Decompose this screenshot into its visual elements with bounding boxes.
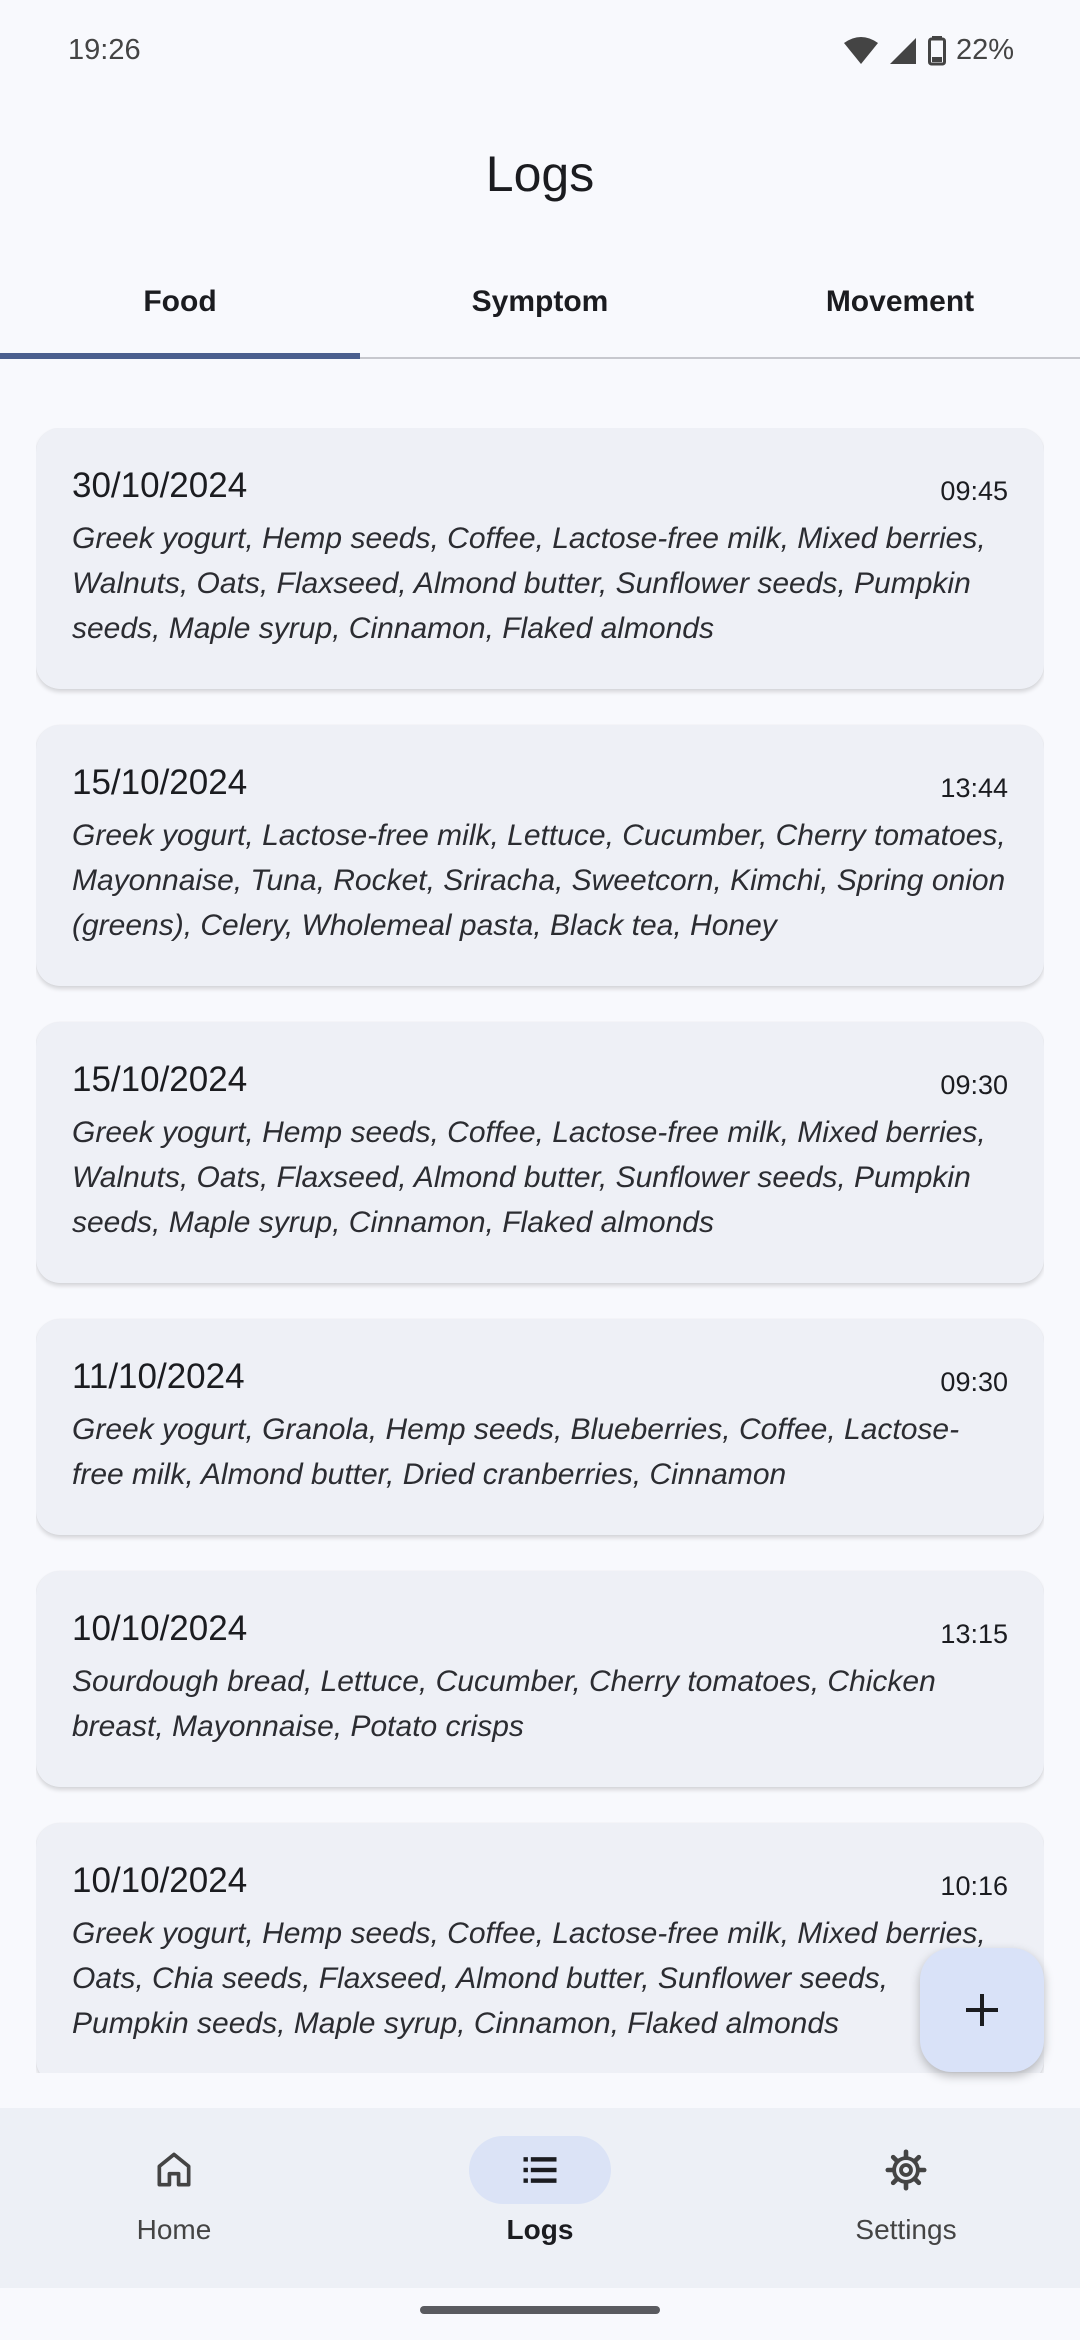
tab-movement[interactable]: Movement <box>720 265 1080 357</box>
nav-home[interactable]: Home <box>74 2136 274 2246</box>
log-time: 09:45 <box>940 476 1008 506</box>
log-items: Greek yogurt, Hemp seeds, Coffee, Lactos… <box>72 522 986 645</box>
tab-symptom[interactable]: Symptom <box>360 265 720 357</box>
nav-settings[interactable]: Settings <box>806 2136 1006 2246</box>
log-time: 09:30 <box>940 1070 1008 1100</box>
page-title: Logs <box>485 146 595 202</box>
log-items: Greek yogurt, Hemp seeds, Coffee, Lactos… <box>72 1917 986 2040</box>
log-items: Greek yogurt, Hemp seeds, Coffee, Lactos… <box>72 1116 986 1239</box>
add-log-button[interactable] <box>920 1948 1044 2072</box>
status-bar: 19:26 22% <box>0 0 1080 105</box>
cell-signal-icon <box>889 37 916 64</box>
wifi-icon <box>843 36 878 64</box>
food-log-list[interactable]: 30/10/2024 09:45 Greek yogurt, Hemp seed… <box>36 428 1044 2073</box>
log-card[interactable]: 15/10/2024 09:30 Greek yogurt, Hemp seed… <box>36 1022 1044 1283</box>
log-card[interactable]: 10/10/2024 13:15 Sourdough bread, Lettuc… <box>36 1571 1044 1787</box>
status-time: 19:26 <box>68 34 141 66</box>
log-time: 09:30 <box>940 1367 1008 1397</box>
home-icon <box>157 2152 191 2187</box>
log-card[interactable]: 15/10/2024 13:44 Greek yogurt, Lactose-f… <box>36 725 1044 986</box>
nav-home-label: Home <box>136 2214 212 2245</box>
plus-icon <box>966 1994 998 2026</box>
status-icons: 22% <box>843 34 1014 67</box>
battery-percent: 22% <box>955 34 1014 66</box>
nav-settings-label: Settings <box>855 2214 957 2245</box>
log-items: Greek yogurt, Lactose-free milk, Lettuce… <box>72 819 1006 942</box>
log-card[interactable]: 10/10/2024 10:16 Greek yogurt, Hemp seed… <box>36 1823 1044 2073</box>
bottom-navigation: Home Logs Settings <box>0 2108 1080 2288</box>
tab-bar: Food Symptom Movement <box>0 265 1080 359</box>
log-date: 10/10/2024 <box>72 1609 248 1648</box>
log-card[interactable]: 30/10/2024 09:45 Greek yogurt, Hemp seed… <box>36 428 1044 689</box>
log-time: 13:15 <box>940 1619 1008 1649</box>
log-date: 15/10/2024 <box>72 1060 248 1099</box>
nav-logs-indicator <box>469 2136 611 2204</box>
log-time: 10:16 <box>940 1871 1008 1901</box>
tab-food[interactable]: Food <box>0 265 360 359</box>
gear-icon <box>885 2149 927 2191</box>
log-date: 15/10/2024 <box>72 763 248 802</box>
log-items: Sourdough bread, Lettuce, Cucumber, Cher… <box>72 1665 936 1743</box>
log-items: Greek yogurt, Granola, Hemp seeds, Blueb… <box>72 1413 960 1491</box>
battery-icon <box>927 35 946 65</box>
nav-home-indicator <box>103 2136 245 2204</box>
nav-settings-indicator <box>835 2136 977 2204</box>
log-time: 13:44 <box>940 773 1008 803</box>
log-card[interactable]: 11/10/2024 09:30 Greek yogurt, Granola, … <box>36 1319 1044 1535</box>
log-date: 10/10/2024 <box>72 1861 248 1900</box>
gesture-handle[interactable] <box>420 2306 660 2314</box>
nav-logs[interactable]: Logs <box>440 2136 640 2246</box>
list-icon <box>523 2157 557 2183</box>
log-date: 11/10/2024 <box>72 1357 245 1396</box>
nav-logs-label: Logs <box>506 2214 574 2245</box>
log-date: 30/10/2024 <box>72 466 248 505</box>
